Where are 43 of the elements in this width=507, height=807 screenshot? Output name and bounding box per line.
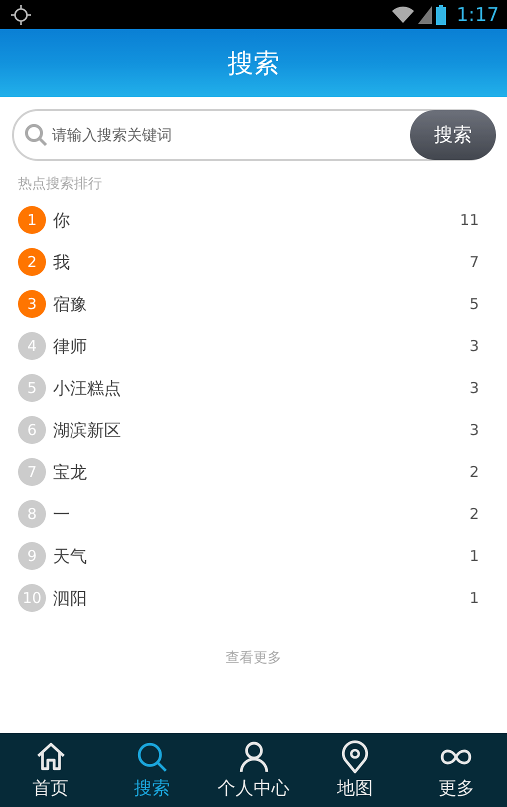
search-term: 我 bbox=[53, 252, 71, 274]
search-count: 3 bbox=[469, 337, 479, 355]
search-count: 2 bbox=[469, 505, 479, 523]
hot-search-item[interactable]: 3 宿豫 5 bbox=[0, 283, 507, 325]
search-term: 湖滨新区 bbox=[53, 420, 122, 442]
gps-icon bbox=[10, 4, 32, 26]
search-bar[interactable]: 请输入搜索关键词 搜索 bbox=[12, 109, 495, 161]
signal-icon bbox=[418, 6, 432, 24]
search-count: 3 bbox=[469, 421, 479, 439]
search-field[interactable]: 请输入搜索关键词 bbox=[50, 125, 410, 145]
search-term: 宝龙 bbox=[53, 462, 88, 484]
hot-search-item[interactable]: 1 你 11 bbox=[0, 199, 507, 241]
search-icon bbox=[135, 740, 170, 774]
hot-search-item[interactable]: 2 我 7 bbox=[0, 241, 507, 283]
clock-time: 1:17 bbox=[456, 4, 499, 26]
tab[interactable]: 地图 bbox=[304, 733, 406, 807]
search-term: 你 bbox=[53, 210, 71, 232]
search-count: 3 bbox=[469, 379, 479, 397]
search-count: 11 bbox=[460, 211, 479, 229]
page-title: 搜索 bbox=[228, 48, 280, 80]
rank-badge: 3 bbox=[18, 290, 46, 318]
tab[interactable]: 更多 bbox=[406, 733, 507, 807]
search-term: 天气 bbox=[53, 546, 88, 568]
tab[interactable]: 搜索 bbox=[101, 733, 203, 807]
search-term: 小汪糕点 bbox=[53, 378, 122, 400]
wifi-icon bbox=[392, 6, 414, 24]
search-count: 5 bbox=[469, 295, 479, 313]
tab[interactable]: 个人中心 bbox=[202, 733, 304, 807]
tab[interactable]: 首页 bbox=[0, 733, 102, 807]
search-button[interactable]: 搜索 bbox=[410, 110, 496, 160]
rank-badge: 2 bbox=[18, 248, 46, 276]
search-count: 1 bbox=[469, 547, 479, 565]
search-count: 1 bbox=[469, 589, 479, 607]
section-label: 热点搜索排行 bbox=[18, 175, 103, 193]
search-icon bbox=[24, 123, 48, 147]
search-term: 宿豫 bbox=[53, 294, 88, 316]
battery-icon bbox=[436, 4, 446, 24]
search-term: 一 bbox=[53, 504, 71, 526]
search-term: 泗阳 bbox=[53, 588, 88, 610]
search-count: 2 bbox=[469, 463, 479, 481]
search-term: 律师 bbox=[53, 336, 88, 358]
search-count: 7 bbox=[469, 253, 479, 271]
rank-badge: 1 bbox=[18, 206, 46, 234]
